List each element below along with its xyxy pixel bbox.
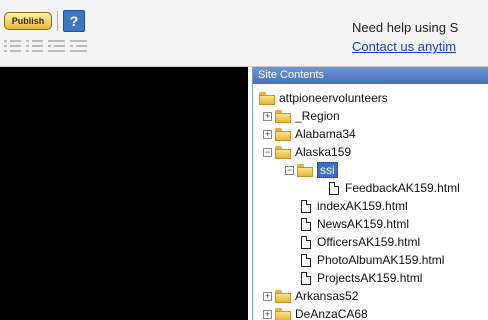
folder-icon <box>275 127 291 141</box>
expand-icon[interactable]: + <box>263 291 272 301</box>
folder-open-icon <box>297 163 313 177</box>
tree-node-label: FeedbackAK159.html <box>345 181 460 195</box>
file-icon <box>301 253 311 267</box>
numbered-list-icon[interactable] <box>4 39 21 52</box>
expand-icon[interactable]: + <box>263 111 272 121</box>
tree-node-label: Arkansas52 <box>295 289 359 303</box>
tree-node-alaska[interactable]: − Alaska159 <box>263 143 351 161</box>
site-contents-header: Site Contents <box>253 67 488 84</box>
editor-toolbar: Publish ? Need help using S Contact us a… <box>0 0 488 67</box>
tree-node-label: DeAnzaCA68 <box>295 307 368 320</box>
tree-node-label-selected: ssi <box>317 162 338 178</box>
tree-file-projects[interactable]: ProjectsAK159.html <box>301 269 422 287</box>
publish-button[interactable]: Publish <box>4 12 52 30</box>
file-icon <box>301 235 311 249</box>
indent-icon[interactable] <box>70 39 87 52</box>
tree-node-arkansas[interactable]: + Arkansas52 <box>263 287 358 305</box>
tree-node-label: Alabama34 <box>295 127 356 141</box>
tree-node-label: ProjectsAK159.html <box>317 271 423 285</box>
file-icon <box>301 217 311 231</box>
help-button[interactable]: ? <box>63 10 85 32</box>
tree-node-label: indexAK159.html <box>317 199 408 213</box>
tree-node-label: _Region <box>295 109 340 123</box>
collapse-icon[interactable]: − <box>263 147 272 157</box>
folder-icon <box>275 307 291 320</box>
folder-icon <box>259 91 275 105</box>
tree-node-ssi[interactable]: − ssi <box>285 161 338 179</box>
toolbar-divider <box>57 11 58 31</box>
tree-file-feedback[interactable]: FeedbackAK159.html <box>329 179 460 197</box>
file-icon <box>329 181 339 195</box>
expand-icon[interactable]: + <box>263 129 272 139</box>
tree-node-label: NewsAK159.html <box>317 217 410 231</box>
collapse-icon[interactable]: − <box>285 165 294 175</box>
editor-canvas[interactable] <box>0 67 248 320</box>
tree-node-root[interactable]: attpioneervolunteers <box>259 89 388 107</box>
folder-open-icon <box>275 145 291 159</box>
tree-file-news[interactable]: NewsAK159.html <box>301 215 409 233</box>
expand-icon[interactable]: + <box>263 309 272 319</box>
tree-node-deanza[interactable]: + DeAnzaCA68 <box>263 305 368 320</box>
folder-icon <box>275 289 291 303</box>
help-prompt-text: Need help using S <box>352 20 459 35</box>
bulleted-list-icon[interactable] <box>26 39 43 52</box>
file-icon <box>301 271 311 285</box>
tree-node-label: Alaska159 <box>295 145 352 159</box>
tree-file-photoalbum[interactable]: PhotoAlbumAK159.html <box>301 251 444 269</box>
tree-node-label: PhotoAlbumAK159.html <box>317 253 445 267</box>
folder-icon <box>275 109 291 123</box>
file-icon <box>301 199 311 213</box>
tree-file-officers[interactable]: OfficersAK159.html <box>301 233 420 251</box>
tree-node-region[interactable]: + _Region <box>263 107 340 125</box>
tree-node-label: OfficersAK159.html <box>317 235 421 249</box>
tree-file-index[interactable]: indexAK159.html <box>301 197 408 215</box>
tree-node-label: attpioneervolunteers <box>279 91 388 105</box>
outdent-icon[interactable] <box>48 39 65 52</box>
site-contents-panel: Site Contents attpioneervolunteers + _Re… <box>252 67 488 320</box>
contact-us-link[interactable]: Contact us anytim <box>352 39 456 54</box>
tree-node-alabama[interactable]: + Alabama34 <box>263 125 356 143</box>
